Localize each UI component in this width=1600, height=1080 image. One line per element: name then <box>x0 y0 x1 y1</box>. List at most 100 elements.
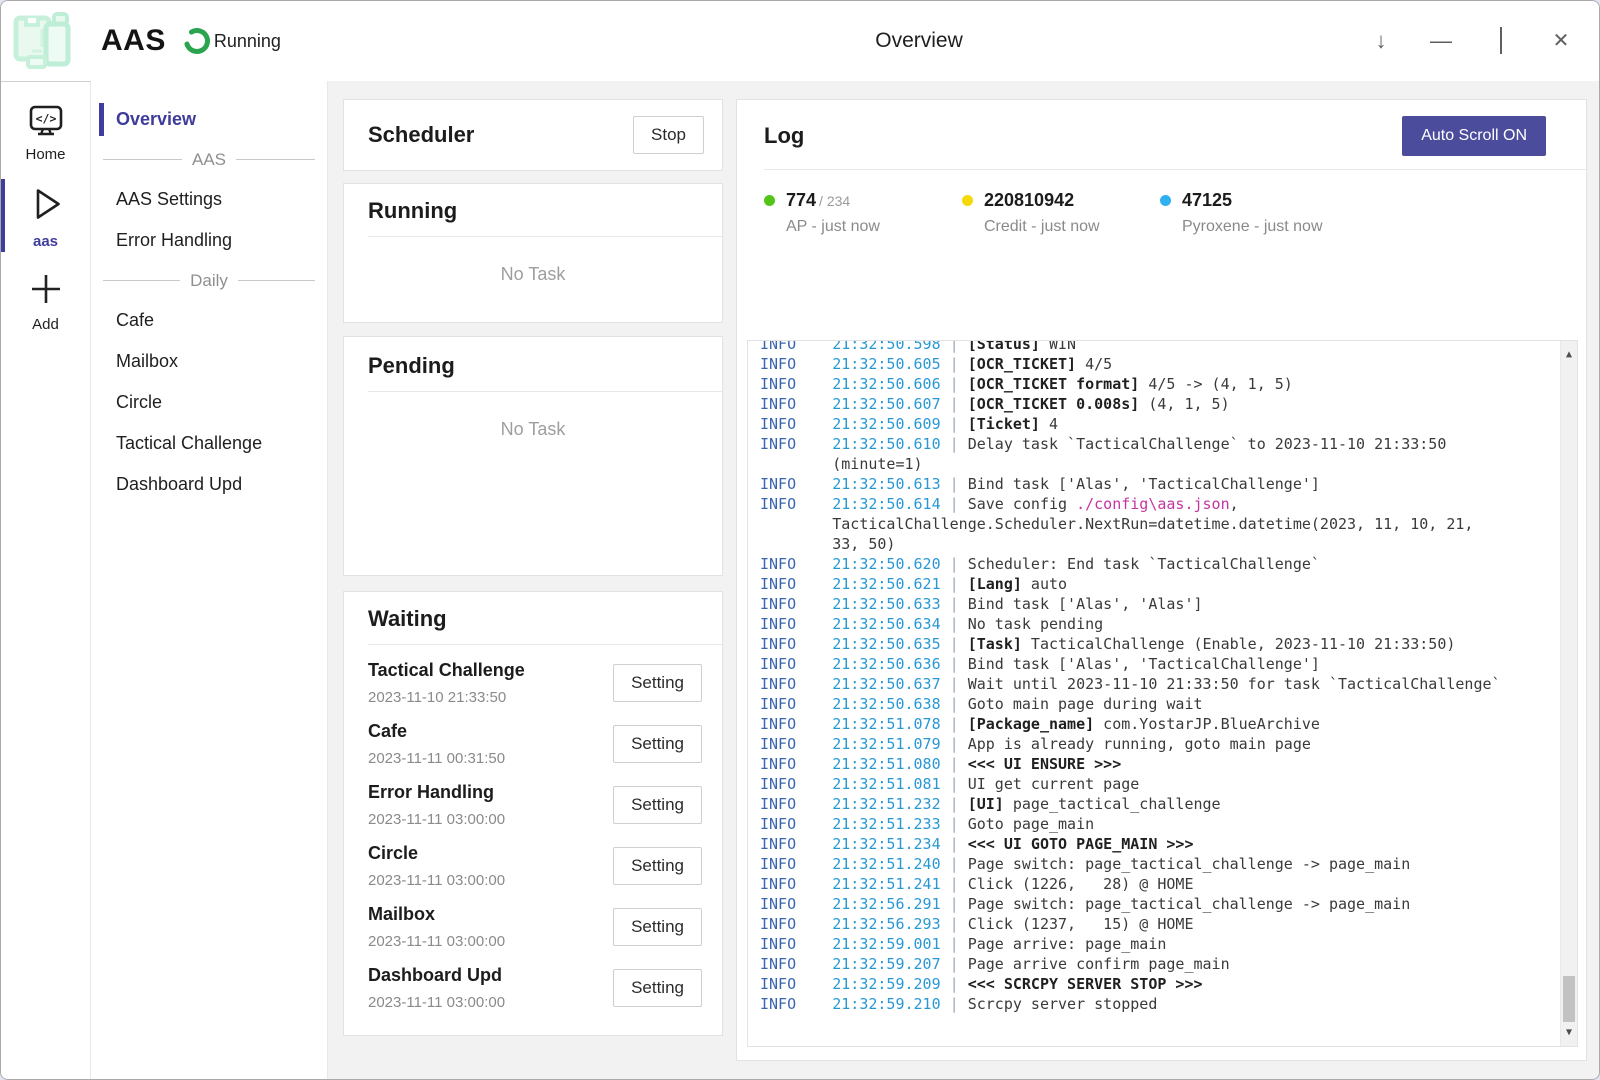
waiting-task-next-run: 2023-11-11 00:31:50 <box>368 750 505 767</box>
log-line: INFO 21:32:51.233 | Goto page_main <box>760 814 1551 834</box>
sidebar-item-tactical-challenge[interactable]: Tactical Challenge <box>91 423 327 464</box>
waiting-task-next-run: 2023-11-11 03:00:00 <box>368 933 505 950</box>
page-title: Overview <box>875 29 963 53</box>
sidebar-item-error-handling[interactable]: Error Handling <box>91 220 327 261</box>
stat-dot-icon <box>764 195 775 206</box>
running-empty-text: No Task <box>368 264 698 285</box>
stat-value: 47125 <box>1182 190 1232 210</box>
sidebar-item-mailbox[interactable]: Mailbox <box>91 341 327 382</box>
download-update-button[interactable]: ↓ <box>1369 30 1393 52</box>
waiting-task-next-run: 2023-11-10 21:33:50 <box>368 689 525 706</box>
active-indicator-bar <box>99 103 104 136</box>
rail-item-label: aas <box>33 233 58 250</box>
rail-item-add[interactable]: Add <box>1 262 90 339</box>
log-line: INFO 21:32:50.621 | [Lang] auto <box>760 574 1551 594</box>
sidebar-item-label: Mailbox <box>116 351 178 372</box>
maximize-button[interactable] <box>1489 30 1513 52</box>
log-line: INFO 21:32:59.207 | Page arrive confirm … <box>760 954 1551 974</box>
sidebar-item-overview[interactable]: Overview <box>91 99 327 140</box>
sidebar-item-label: Tactical Challenge <box>116 433 262 454</box>
log-line: INFO 21:32:51.081 | UI get current page <box>760 774 1551 794</box>
stat-label: AP - just now <box>786 218 880 236</box>
log-line: INFO 21:32:59.209 | <<< SCRCPY SERVER ST… <box>760 974 1551 994</box>
rail-item-home[interactable]: </> Home <box>1 96 90 169</box>
rail-item-label: Home <box>25 146 65 163</box>
waiting-task-setting-button[interactable]: Setting <box>613 847 702 885</box>
section-label: Daily <box>190 271 228 291</box>
waiting-card: Waiting Tactical Challenge 2023-11-10 21… <box>343 591 723 1036</box>
stat-label: Credit - just now <box>984 218 1100 236</box>
waiting-task-name: Mailbox <box>368 904 505 925</box>
divider <box>368 644 722 645</box>
maximize-icon <box>1500 27 1502 54</box>
log-scrollbar[interactable]: ▲ ▼ <box>1560 341 1577 1046</box>
scheduler-card: Scheduler Stop <box>343 99 723 171</box>
scroll-down-icon[interactable]: ▼ <box>1561 1023 1577 1043</box>
app-name: AAS <box>101 24 166 58</box>
sidebar-item-circle[interactable]: Circle <box>91 382 327 423</box>
stat-value: 774 <box>786 190 816 210</box>
waiting-task-setting-button[interactable]: Setting <box>613 786 702 824</box>
waiting-task-name: Cafe <box>368 721 505 742</box>
running-title: Running <box>368 198 698 224</box>
waiting-task-setting-button[interactable]: Setting <box>613 725 702 763</box>
sidebar-item-label: Overview <box>116 109 196 130</box>
section-divider-line <box>103 159 182 160</box>
section-divider-line <box>103 280 180 281</box>
stat-label: Pyroxene - just now <box>1182 218 1323 236</box>
sidebar-item-aas-settings[interactable]: AAS Settings <box>91 179 327 220</box>
log-line: INFO 21:32:50.634 | No task pending <box>760 614 1551 634</box>
scroll-up-icon[interactable]: ▲ <box>1561 345 1577 365</box>
waiting-task-name: Circle <box>368 843 505 864</box>
scrollbar-thumb[interactable] <box>1563 976 1575 1022</box>
waiting-task-row: Dashboard Upd 2023-11-11 03:00:00 Settin… <box>368 965 702 1011</box>
sidebar-item-cafe[interactable]: Cafe <box>91 300 327 341</box>
auto-scroll-toggle-button[interactable]: Auto Scroll ON <box>1402 116 1546 156</box>
waiting-task-name: Tactical Challenge <box>368 660 525 681</box>
sidebar-section-daily: Daily <box>91 261 327 300</box>
waiting-task-setting-button[interactable]: Setting <box>613 908 702 946</box>
window-controls: ↓ — ✕ <box>1369 1 1573 81</box>
stop-button[interactable]: Stop <box>633 116 704 154</box>
running-spinner-icon <box>182 26 212 56</box>
log-console[interactable]: INFO 21:32:50.598 | [Status] WIN INFO 21:… <box>747 340 1578 1047</box>
waiting-task-list: Tactical Challenge 2023-11-10 21:33:50 S… <box>368 660 702 1011</box>
log-header: Log Auto Scroll ON <box>737 100 1586 156</box>
divider <box>368 391 722 392</box>
log-line: INFO 21:32:51.232 | [UI] page_tactical_c… <box>760 794 1551 814</box>
waiting-task-setting-button[interactable]: Setting <box>613 664 702 702</box>
code-monitor-icon: </> <box>27 104 65 143</box>
log-line: INFO 21:32:50.620 | Scheduler: End task … <box>760 554 1551 574</box>
sidebar-item-label: Cafe <box>116 310 154 331</box>
log-line: INFO 21:32:51.234 | <<< UI GOTO PAGE_MAI… <box>760 834 1551 854</box>
log-line-continuation: (minute=1) <box>760 454 1551 474</box>
waiting-task-setting-button[interactable]: Setting <box>613 969 702 1007</box>
pending-card: Pending No Task <box>343 336 723 576</box>
section-divider-line <box>236 159 315 160</box>
play-icon <box>25 183 67 230</box>
sidebar-item-dashboard-upd[interactable]: Dashboard Upd <box>91 464 327 505</box>
log-lines: INFO 21:32:50.598 | [Status] WIN INFO 21:… <box>748 340 1577 1018</box>
app-window: AAS Running Overview ↓ — ✕ </> <box>0 0 1600 1080</box>
resource-stats: 774/ 234 AP - just now 220810942 Credit … <box>737 170 1586 236</box>
divider <box>368 236 722 237</box>
scheduler-title: Scheduler <box>368 122 474 148</box>
titlebar: AAS Running Overview ↓ — ✕ <box>1 1 1599 81</box>
section-divider-line <box>238 280 315 281</box>
waiting-task-name: Dashboard Upd <box>368 965 505 986</box>
stat-dot-icon <box>962 195 973 206</box>
sidebar-item-label: AAS Settings <box>116 189 222 210</box>
log-line: INFO 21:32:50.598 | [Status] WIN <box>760 340 1551 354</box>
log-line: INFO 21:32:50.636 | Bind task ['Alas', '… <box>760 654 1551 674</box>
close-button[interactable]: ✕ <box>1549 31 1573 51</box>
active-indicator-bar <box>1 179 5 252</box>
minimize-button[interactable]: — <box>1429 30 1453 52</box>
sidebar-item-label: Circle <box>116 392 162 413</box>
waiting-task-row: Tactical Challenge 2023-11-10 21:33:50 S… <box>368 660 702 706</box>
log-line-continuation: 33, 50) <box>760 534 1551 554</box>
log-line: INFO 21:32:50.633 | Bind task ['Alas', '… <box>760 594 1551 614</box>
running-card: Running No Task <box>343 183 723 323</box>
resource-stat: 220810942 Credit - just now <box>962 190 1160 236</box>
rail-item-aas[interactable]: aas <box>1 175 90 256</box>
sidebar-section-aas: AAS <box>91 140 327 179</box>
